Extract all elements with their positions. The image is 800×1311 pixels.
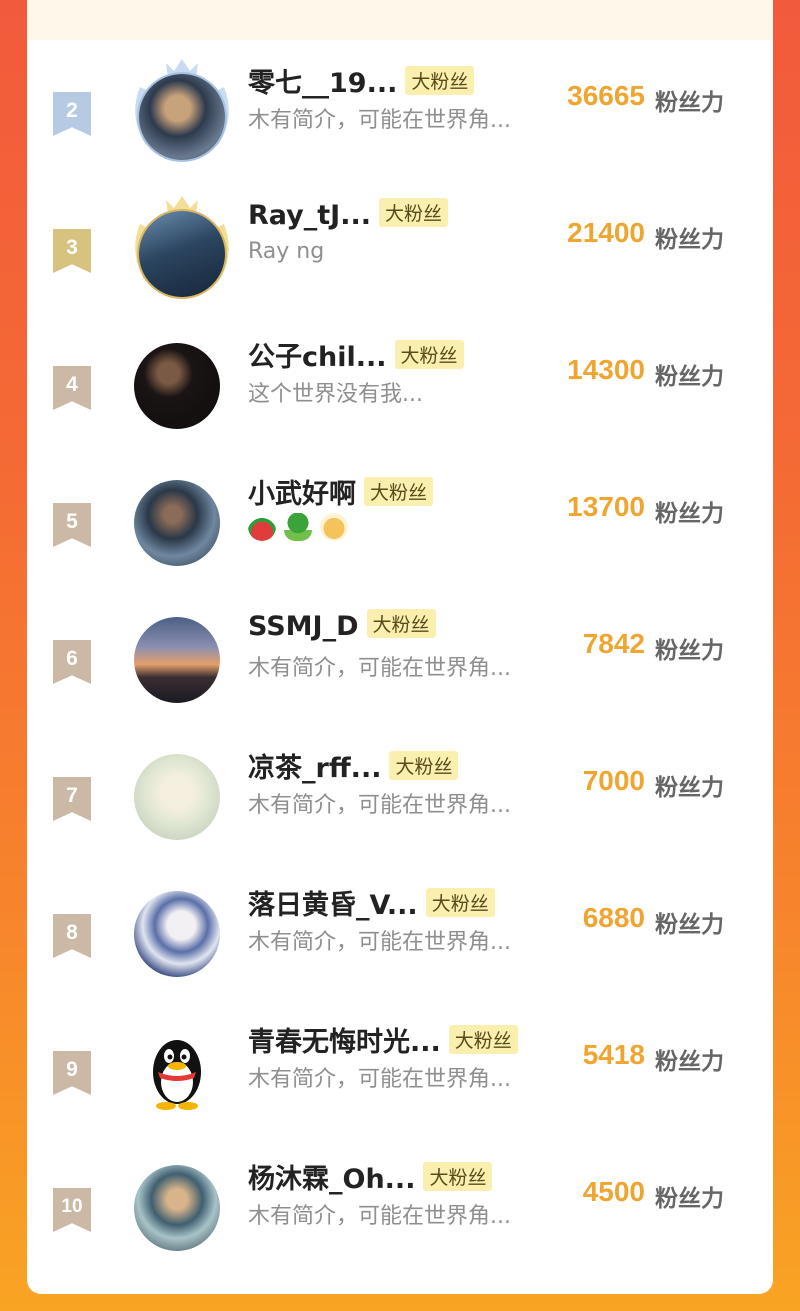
avatar[interactable]	[122, 742, 242, 862]
rank-badge: 3	[53, 229, 91, 273]
fan-power-unit: 粉丝力	[655, 638, 724, 664]
user-bio: 木有简介，可能在世界角...	[248, 108, 511, 133]
user-name[interactable]: 青春无悔时光... 大粉丝	[248, 1020, 518, 1059]
avatar[interactable]	[122, 194, 242, 314]
fan-power-unit: 粉丝力	[655, 227, 724, 253]
big-fan-tag: 大粉丝	[366, 609, 436, 638]
fan-ranking-card: 2 零七__19... 大粉丝 木有简介，可能在世界角... 36665 粉丝力 …	[27, 0, 773, 1294]
big-fan-tag: 大粉丝	[423, 1162, 493, 1191]
avatar[interactable]	[122, 331, 242, 451]
big-fan-tag: 大粉丝	[389, 751, 459, 780]
big-fan-tag: 大粉丝	[364, 477, 434, 506]
rank-badge: 5	[53, 503, 91, 547]
broccoli-icon	[284, 513, 312, 541]
ranking-row[interactable]: 6 SSMJ_D 大粉丝 木有简介，可能在世界角... 7842 粉丝力	[27, 609, 773, 746]
fan-power-unit: 粉丝力	[655, 1049, 724, 1075]
fan-power-unit: 粉丝力	[655, 364, 724, 390]
watermelon-icon	[248, 513, 276, 541]
user-avatar-image	[139, 74, 225, 160]
user-name[interactable]: 小武好啊 大粉丝	[248, 472, 434, 511]
user-avatar-image	[139, 211, 225, 297]
avatar[interactable]	[122, 879, 242, 999]
card-header-strip	[27, 0, 773, 40]
rank-badge: 10	[53, 1188, 91, 1232]
fan-power-unit: 粉丝力	[655, 775, 724, 801]
rank-badge: 7	[53, 777, 91, 821]
qq-penguin-icon	[153, 1040, 201, 1110]
user-name[interactable]: SSMJ_D 大粉丝	[248, 609, 436, 642]
ranking-row[interactable]: 7 凉茶_rff... 大粉丝 木有简介，可能在世界角... 7000 粉丝力	[27, 747, 773, 883]
fan-power-score: 6880	[582, 902, 645, 933]
user-avatar-image	[134, 1165, 220, 1251]
avatar[interactable]	[122, 468, 242, 588]
user-name[interactable]: 凉茶_rff... 大粉丝	[248, 746, 459, 785]
big-fan-tag: 大粉丝	[394, 340, 464, 369]
fan-power-score: 5418	[582, 1039, 645, 1070]
user-name[interactable]: 杨沐霖_Oh... 大粉丝	[248, 1157, 493, 1196]
user-avatar-image	[134, 617, 220, 703]
fan-power-score: 14300	[567, 354, 645, 385]
user-name[interactable]: 落日黄昏_V... 大粉丝	[248, 883, 495, 922]
avatar[interactable]	[122, 57, 242, 177]
avatar[interactable]	[122, 605, 242, 725]
ranking-row[interactable]: 5 小武好啊 大粉丝 13700 粉丝力	[27, 473, 773, 609]
user-bio: 木有简介，可能在世界角...	[248, 793, 511, 818]
rank-badge: 6	[53, 640, 91, 684]
fan-power-score: 36665	[567, 80, 645, 111]
ranking-row[interactable]: 3 Ray_tJ... 大粉丝 Ray ng 21400 粉丝力	[27, 196, 773, 335]
fan-power-unit: 粉丝力	[655, 1186, 724, 1212]
fan-power-score: 7000	[582, 765, 645, 796]
fan-power-score: 7842	[582, 628, 645, 659]
user-avatar-image	[134, 480, 220, 566]
dumpling-icon	[320, 513, 348, 541]
ranking-row[interactable]: 9 青春无悔时光... 大粉丝 木有简介，可能在世界角... 5418 粉丝力	[27, 1021, 773, 1157]
user-name[interactable]: 零七__19... 大粉丝	[248, 61, 475, 100]
avatar[interactable]	[122, 1016, 242, 1136]
ranking-row[interactable]: 10 杨沐霖_Oh... 大粉丝 木有简介，可能在世界角... 4500 粉丝力	[27, 1158, 773, 1294]
user-avatar-image	[134, 754, 220, 840]
user-bio: 这个世界没有我...	[248, 382, 423, 407]
user-avatar-image	[134, 891, 220, 977]
rank-badge: 9	[53, 1051, 91, 1095]
rank-badge: 8	[53, 914, 91, 958]
fan-power-score: 13700	[567, 491, 645, 522]
fan-power-score: 4500	[582, 1176, 645, 1207]
avatar[interactable]	[122, 1153, 242, 1273]
rank-badge: 4	[53, 366, 91, 410]
user-bio: Ray ng	[248, 239, 325, 264]
ranking-row[interactable]: 8 落日黄昏_V... 大粉丝 木有简介，可能在世界角... 6880 粉丝力	[27, 884, 773, 1020]
user-bio: 木有简介，可能在世界角...	[248, 1204, 511, 1229]
fan-power-unit: 粉丝力	[655, 501, 724, 527]
user-name[interactable]: 公子chil... 大粉丝	[248, 335, 464, 374]
fan-power-unit: 粉丝力	[655, 912, 724, 938]
ranking-row[interactable]: 2 零七__19... 大粉丝 木有简介，可能在世界角... 36665 粉丝力	[27, 59, 773, 198]
ranking-row[interactable]: 4 公子chil... 大粉丝 这个世界没有我... 14300 粉丝力	[27, 336, 773, 472]
user-avatar-image	[134, 343, 220, 429]
user-name[interactable]: Ray_tJ... 大粉丝	[248, 198, 449, 231]
rank-badge: 2	[53, 92, 91, 136]
fan-power-score: 21400	[567, 217, 645, 248]
user-bio: 木有简介，可能在世界角...	[248, 656, 511, 681]
big-fan-tag: 大粉丝	[425, 888, 495, 917]
user-bio: 木有简介，可能在世界角...	[248, 1067, 511, 1092]
big-fan-tag: 大粉丝	[405, 66, 475, 95]
fan-power-unit: 粉丝力	[655, 90, 724, 116]
user-bio: 木有简介，可能在世界角...	[248, 930, 511, 955]
big-fan-tag: 大粉丝	[379, 198, 449, 227]
big-fan-tag: 大粉丝	[448, 1025, 518, 1054]
